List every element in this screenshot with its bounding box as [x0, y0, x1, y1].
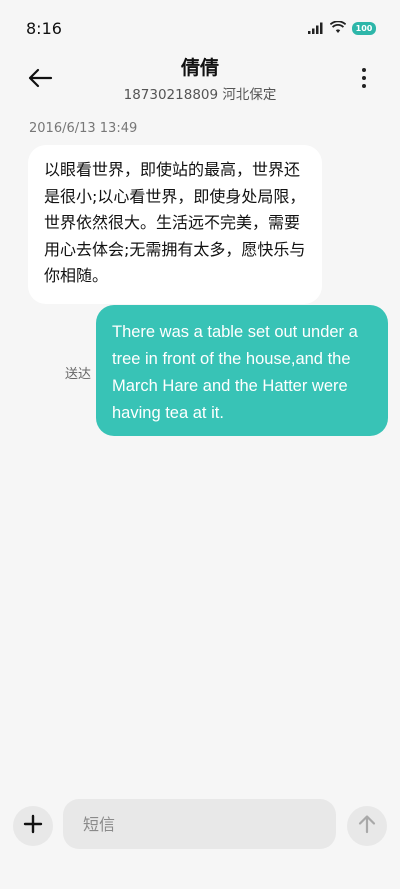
status-time: 8:16 [26, 19, 62, 38]
incoming-message-bubble[interactable]: 以眼看世界，即使站的最高，世界还是很小;以心看世界，即使身处局限，世界依然很大。… [28, 145, 322, 304]
message-input[interactable] [63, 799, 336, 849]
contact-subtitle: 18730218809 河北保定 [123, 87, 277, 103]
contact-title: 倩倩 18730218809 河北保定 [0, 56, 400, 103]
contact-name[interactable]: 倩倩 [0, 56, 400, 80]
message-timestamp: 2016/6/13 13:49 [29, 121, 138, 136]
outgoing-message-bubble[interactable]: There was a table set out under a tree i… [96, 305, 388, 436]
status-icons: 100 [308, 19, 376, 38]
send-arrow-icon [358, 814, 376, 838]
more-options-button[interactable] [352, 62, 376, 98]
battery-icon: 100 [352, 22, 376, 35]
status-bar: 8:16 100 [0, 0, 400, 56]
add-attachment-button[interactable] [13, 806, 53, 846]
send-button[interactable] [347, 806, 387, 846]
add-icon [23, 814, 43, 838]
signal-icon [308, 19, 324, 38]
delivery-status: 送达 [65, 367, 92, 382]
more-vertical-icon [361, 67, 367, 93]
conversation-header: 倩倩 18730218809 河北保定 [0, 56, 400, 106]
message-composer [0, 796, 400, 856]
wifi-icon [329, 19, 347, 38]
